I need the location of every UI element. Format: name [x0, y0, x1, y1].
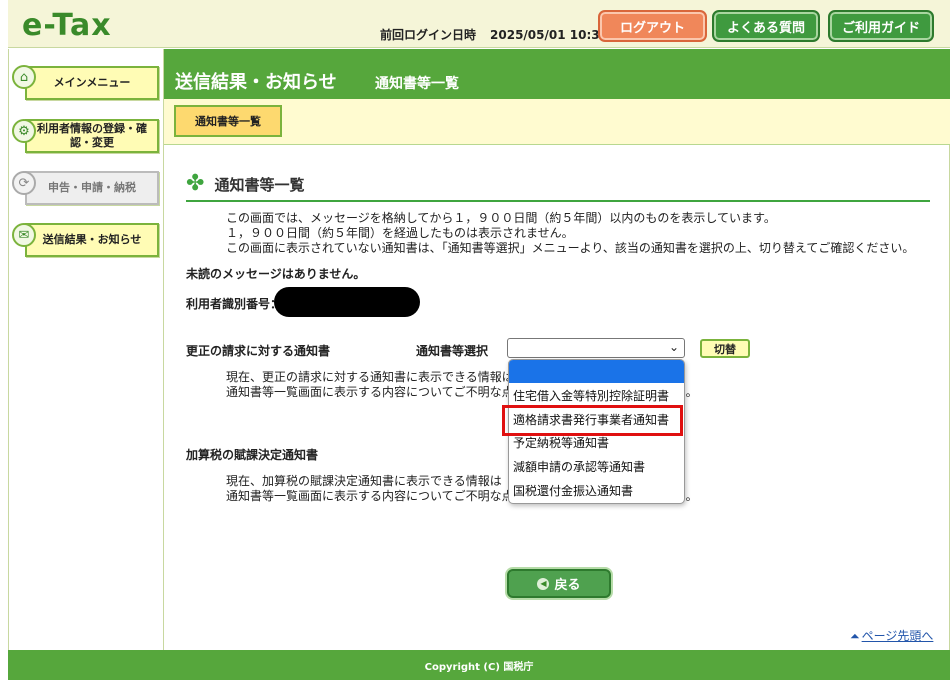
dropdown-option[interactable]: 住宅借入金等特別控除証明書 — [509, 385, 684, 408]
description-line: １，９００日間（約５年間）を経過したものは表示されません。 — [226, 226, 574, 240]
sidebar-item-label: 利用者情報の登録・確認・変更 — [37, 122, 147, 149]
up-arrow-icon: ⏶ — [850, 629, 860, 643]
page-subtitle: 通知書等一覧 — [375, 76, 459, 92]
page-top-label: ページ先頭へ — [861, 629, 934, 643]
user-id-label: 利用者識別番号： — [186, 297, 283, 311]
last-login-label: 前回ログイン日時 — [380, 28, 477, 42]
section-title: ✤ 通知書等一覧 — [186, 173, 304, 195]
copyright-text: Copyright (C) 国税庁 — [424, 661, 534, 673]
notice-select-dropdown: 住宅借入金等特別控除証明書 適格請求書発行事業者通知書 予定納税等通知書 減額申… — [508, 359, 685, 504]
notice-select[interactable]: ⌄ — [507, 338, 685, 358]
page-top-link[interactable]: ⏶ ページ先頭へ — [850, 627, 933, 644]
dropdown-option[interactable]: 予定納税等通知書 — [509, 432, 684, 455]
title-bar: 送信結果・お知らせ 通知書等一覧 — [164, 49, 950, 99]
logout-button[interactable]: ログアウト — [598, 10, 707, 42]
sidebar-item-label: 送信結果・お知らせ — [42, 233, 142, 246]
header: e-Tax 前回ログイン日時 2025/05/01 10:30 ログアウト よくあ… — [8, 0, 950, 48]
guide-button[interactable]: ご利用ガイド — [828, 10, 934, 42]
sidebar-item-label: 申告・申請・納税 — [48, 181, 136, 194]
back-arrow-icon: ◀ — [537, 577, 550, 590]
sidebar-item-label: メインメニュー — [53, 76, 131, 89]
back-button-label: 戻る — [554, 578, 581, 593]
clover-icon: ✤ — [186, 171, 205, 196]
chevron-down-icon: ⌄ — [668, 340, 679, 354]
section-title-text: 通知書等一覧 — [214, 175, 305, 194]
etax-logo[interactable]: e-Tax — [22, 8, 112, 43]
back-button[interactable]: ◀ 戻る — [507, 569, 611, 598]
dropdown-option[interactable] — [509, 360, 684, 383]
last-login-info: 前回ログイン日時 2025/05/01 10:30 — [380, 26, 608, 43]
sidebar: メインメニュー ⌂ 利用者情報の登録・確認・変更 ⚙ 申告・申請・納税 ⟳ 送信… — [8, 49, 164, 650]
description-text: この画面では、メッセージを格納してから１，９００日間（約５年間）以内のものを表示… — [226, 211, 914, 256]
unread-message: 未読のメッセージはありません。 — [186, 267, 366, 281]
description-line: この画面に表示されていない通知書は、「通知書等選択」メニューより、該当の通知書を… — [226, 241, 915, 255]
penalty-tax-notice-label: 加算税の賦課決定通知書 — [186, 448, 319, 462]
mail-icon: ✉ — [12, 223, 36, 247]
switch-button[interactable]: 切替 — [700, 339, 750, 358]
sub-navigation: 通知書等一覧 — [164, 99, 950, 145]
dropdown-option[interactable]: 国税還付金振込通知書 — [509, 480, 684, 503]
main-content: 送信結果・お知らせ 通知書等一覧 通知書等一覧 ✤ 通知書等一覧 この画面では、… — [164, 49, 950, 650]
last-login-value: 2025/05/01 10:30 — [490, 28, 608, 42]
sidebar-item-user-info[interactable]: 利用者情報の登録・確認・変更 — [25, 119, 159, 153]
tab-notice-list[interactable]: 通知書等一覧 — [174, 105, 282, 137]
home-icon: ⌂ — [12, 65, 36, 89]
declaration-icon: ⟳ — [12, 171, 36, 195]
dropdown-option[interactable]: 適格請求書発行事業者通知書 — [509, 409, 684, 432]
footer: Copyright (C) 国税庁 — [8, 650, 950, 680]
description-line: この画面では、メッセージを格納してから１，９００日間（約５年間）以内のものを表示… — [226, 211, 776, 225]
section-divider — [186, 200, 930, 202]
sidebar-item-results[interactable]: 送信結果・お知らせ — [25, 223, 159, 257]
sidebar-item-main-menu[interactable]: メインメニュー — [25, 66, 159, 100]
dropdown-option[interactable]: 減額申請の承認等通知書 — [509, 456, 684, 479]
user-id-redaction — [274, 287, 420, 317]
page-title: 送信結果・お知らせ — [175, 72, 337, 93]
notice-select-label: 通知書等選択 — [416, 344, 489, 358]
correction-notice-label: 更正の請求に対する通知書 — [186, 344, 331, 358]
faq-button[interactable]: よくある質問 — [712, 10, 820, 42]
user-settings-icon: ⚙ — [12, 119, 36, 143]
sidebar-item-declaration: 申告・申請・納税 — [25, 171, 159, 205]
